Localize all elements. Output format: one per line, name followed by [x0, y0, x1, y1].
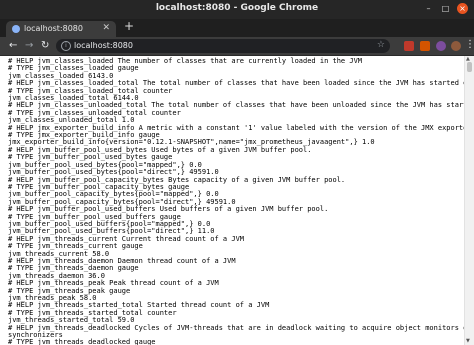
bookmark-star-icon[interactable]: ☆ — [377, 40, 385, 50]
vertical-scrollbar[interactable]: ▲ ▼ — [464, 56, 474, 345]
globe-icon — [12, 25, 20, 33]
metrics-text: # HELP jvm_classes_loaded The number of … — [0, 56, 466, 345]
tab-localhost[interactable]: localhost:8080 ✕ — [6, 21, 116, 37]
scroll-down-icon[interactable]: ▼ — [466, 338, 470, 344]
tab-close-icon[interactable]: ✕ — [102, 23, 110, 33]
page-content: # HELP jvm_classes_loaded The number of … — [0, 56, 474, 345]
minimize-icon[interactable]: – — [423, 3, 434, 14]
profile-avatar-icon[interactable] — [451, 41, 461, 51]
tab-strip: localhost:8080 ✕ + — [0, 19, 474, 37]
url-text[interactable]: localhost:8080 — [74, 41, 133, 50]
new-tab-button[interactable]: + — [124, 20, 134, 32]
window-controls: – □ × — [423, 3, 468, 14]
extension-icon-orange[interactable] — [420, 41, 430, 51]
extension-icon-red[interactable] — [404, 41, 414, 51]
metric-comment-line: # TYPE jvm_threads_deadlocked gauge — [8, 338, 156, 345]
address-bar[interactable]: i localhost:8080 ☆ — [56, 39, 390, 53]
kebab-menu-icon[interactable]: ⋮ — [465, 39, 474, 50]
info-icon[interactable]: i — [61, 41, 71, 51]
forward-arrow-icon[interactable]: → — [25, 39, 33, 53]
window-title: localhost:8080 - Google Chrome — [155, 3, 319, 13]
window-titlebar: localhost:8080 - Google Chrome – □ × — [0, 0, 474, 19]
tab-label: localhost:8080 — [24, 24, 83, 33]
reload-icon[interactable]: ↻ — [41, 39, 49, 53]
browser-toolbar: ← → ↻ i localhost:8080 ☆ ⋮ — [0, 37, 474, 56]
back-arrow-icon[interactable]: ← — [9, 39, 17, 53]
metric-comment-line: # HELP jvm_threads_deadlocked Cycles of … — [8, 323, 466, 332]
scrollbar-thumb[interactable] — [467, 62, 472, 72]
extension-icon-purple[interactable] — [436, 41, 446, 51]
maximize-icon[interactable]: □ — [440, 3, 451, 14]
close-icon[interactable]: × — [457, 3, 468, 14]
